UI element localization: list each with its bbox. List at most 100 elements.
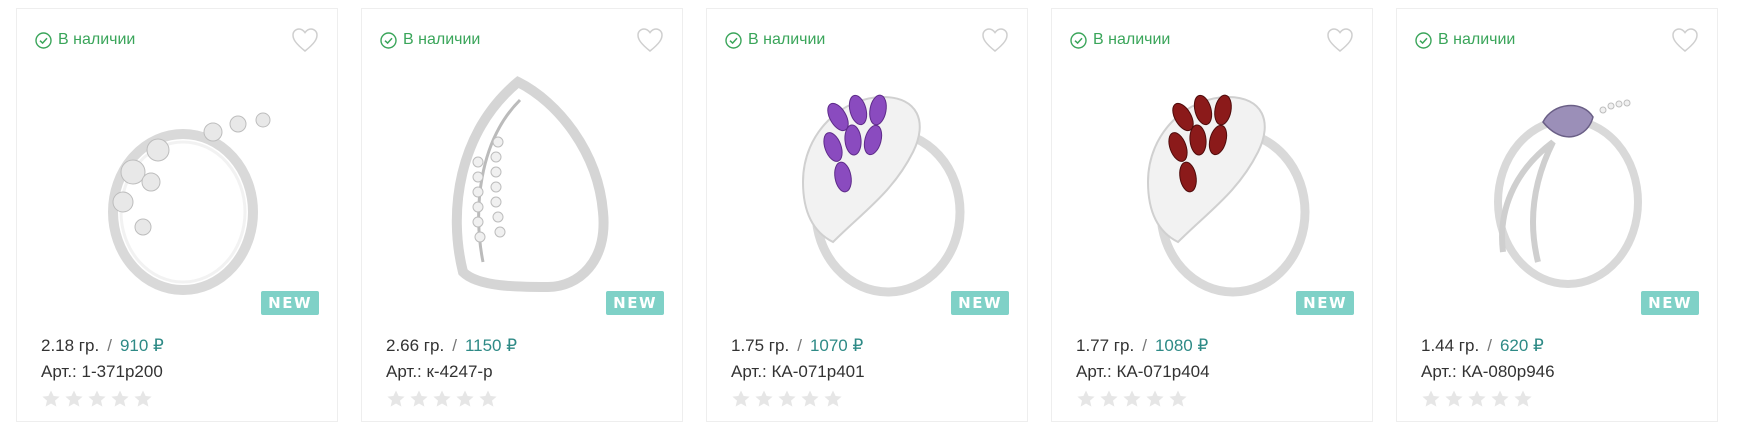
star-icon[interactable]: [1099, 389, 1119, 409]
article-number: Арт.: КА-071р404: [1076, 362, 1210, 381]
in-stock-status: В наличии: [725, 31, 825, 49]
heart-icon: [982, 28, 1008, 52]
separator: /: [1487, 336, 1492, 355]
new-badge: NEW: [261, 291, 319, 315]
star-icon[interactable]: [1122, 389, 1142, 409]
weight-price: 2.66 гр. / 1150 ₽: [386, 336, 517, 356]
star-icon[interactable]: [800, 389, 820, 409]
star-icon[interactable]: [1168, 389, 1188, 409]
ring-image: [451, 76, 609, 293]
star-icon[interactable]: [110, 389, 130, 409]
weight-value: 1.44 гр.: [1421, 336, 1480, 355]
star-icon[interactable]: [41, 389, 61, 409]
star-icon[interactable]: [386, 389, 406, 409]
check-circle-icon: [1415, 31, 1432, 49]
price-value: 910 ₽: [119, 336, 164, 355]
gemstones: [1542, 104, 1594, 138]
in-stock-status: В наличии: [1415, 31, 1515, 49]
check-circle-icon: [1070, 31, 1087, 49]
product-image[interactable]: [1082, 57, 1344, 307]
star-icon[interactable]: [409, 389, 429, 409]
star-icon[interactable]: [1467, 389, 1487, 409]
star-icon[interactable]: [823, 389, 843, 409]
rating-stars[interactable]: [1076, 389, 1188, 409]
ring-image: [1494, 99, 1642, 288]
rating-stars[interactable]: [731, 389, 843, 409]
star-icon[interactable]: [731, 389, 751, 409]
ring-image: [108, 112, 271, 295]
in-stock-label: В наличии: [748, 31, 826, 48]
product-grid: В наличии NEW 2.18 гр. / 910 ₽ Арт.: 1-371…: [0, 0, 1738, 431]
ring-image: [1146, 94, 1310, 297]
ring-image: [801, 94, 965, 297]
product-card[interactable]: В наличии NEW 2.66 гр. / 1150 ₽ Арт.: к-42…: [361, 8, 683, 422]
star-icon[interactable]: [754, 389, 774, 409]
price-value: 1150 ₽: [464, 336, 518, 355]
weight-value: 2.18 гр.: [41, 336, 100, 355]
check-circle-icon: [35, 31, 52, 49]
product-card[interactable]: В наличии NEW 1.75 гр./1070 ₽ Арт.: КА-0…: [706, 8, 1028, 422]
weight-price: 1.77 гр. / 1080 ₽: [1076, 336, 1208, 356]
in-stock-status: В наличии: [1070, 31, 1170, 49]
star-icon[interactable]: [1076, 389, 1096, 409]
rating-stars[interactable]: [1421, 389, 1533, 409]
star-icon[interactable]: [432, 389, 452, 409]
star-icon[interactable]: [1444, 389, 1464, 409]
favorite-button[interactable]: [981, 27, 1009, 53]
star-icon[interactable]: [64, 389, 84, 409]
product-image[interactable]: [392, 57, 654, 307]
separator: /: [452, 336, 457, 355]
new-badge: NEW: [606, 291, 664, 315]
weight-value: 2.66 гр.: [386, 336, 445, 355]
product-card[interactable]: В наличии NEW 2.18 гр. / 910 ₽ Арт.: 1-371…: [16, 8, 338, 422]
in-stock-status: В наличии: [380, 31, 480, 49]
favorite-button[interactable]: [1326, 27, 1354, 53]
rating-stars[interactable]: [386, 389, 498, 409]
favorite-button[interactable]: [291, 27, 319, 53]
product-card[interactable]: В наличии NEW 1.44 гр. / 620 ₽ Арт.: КА-08…: [1396, 8, 1718, 422]
star-icon[interactable]: [1490, 389, 1510, 409]
weight-price: 2.18 гр. / 910 ₽: [41, 336, 164, 356]
product-card[interactable]: В наличии NEW 1.77 гр./1080 ₽ Арт.: КА-0…: [1051, 8, 1373, 422]
star-icon[interactable]: [777, 389, 797, 409]
star-icon[interactable]: [87, 389, 107, 409]
price-value: 620 ₽: [1499, 336, 1544, 355]
heart-icon: [292, 28, 318, 52]
in-stock-label: В наличии: [58, 31, 136, 48]
star-icon[interactable]: [1421, 389, 1441, 409]
star-icon[interactable]: [133, 389, 153, 409]
heart-icon: [1672, 28, 1698, 52]
heart-icon: [1327, 28, 1353, 52]
star-icon[interactable]: [1145, 389, 1165, 409]
rating-stars[interactable]: [41, 389, 153, 409]
product-image[interactable]: [737, 57, 999, 307]
weight-price: 1.44 гр. / 620 ₽: [1421, 336, 1544, 356]
star-icon[interactable]: [455, 389, 475, 409]
separator: /: [1142, 336, 1147, 355]
weight-price: 1.75 гр. / 1070 ₽: [731, 336, 863, 356]
article-number: Арт.: к-4247-р: [386, 362, 493, 381]
star-icon[interactable]: [478, 389, 498, 409]
favorite-button[interactable]: [1671, 27, 1699, 53]
check-circle-icon: [725, 31, 742, 49]
new-badge: NEW: [951, 291, 1009, 315]
product-image[interactable]: [1427, 57, 1689, 307]
weight-value: 1.77 гр.: [1076, 336, 1135, 355]
favorite-button[interactable]: [636, 27, 664, 53]
in-stock-label: В наличии: [403, 31, 481, 48]
article-number: Арт.: КА-071р401: [731, 362, 865, 381]
check-circle-icon: [380, 31, 397, 49]
new-badge: NEW: [1296, 291, 1354, 315]
price-value: 1080 ₽: [1154, 336, 1209, 355]
star-icon[interactable]: [1513, 389, 1533, 409]
new-badge: NEW: [1641, 291, 1699, 315]
separator: /: [797, 336, 802, 355]
in-stock-label: В наличии: [1093, 31, 1171, 48]
price-value: 1070 ₽: [809, 336, 864, 355]
weight-value: 1.75 гр.: [731, 336, 790, 355]
heart-icon: [637, 28, 663, 52]
product-image[interactable]: [47, 57, 309, 307]
article-number: Арт.: 1-371р200: [41, 362, 163, 381]
in-stock-status: В наличии: [35, 31, 135, 49]
in-stock-label: В наличии: [1438, 31, 1516, 48]
